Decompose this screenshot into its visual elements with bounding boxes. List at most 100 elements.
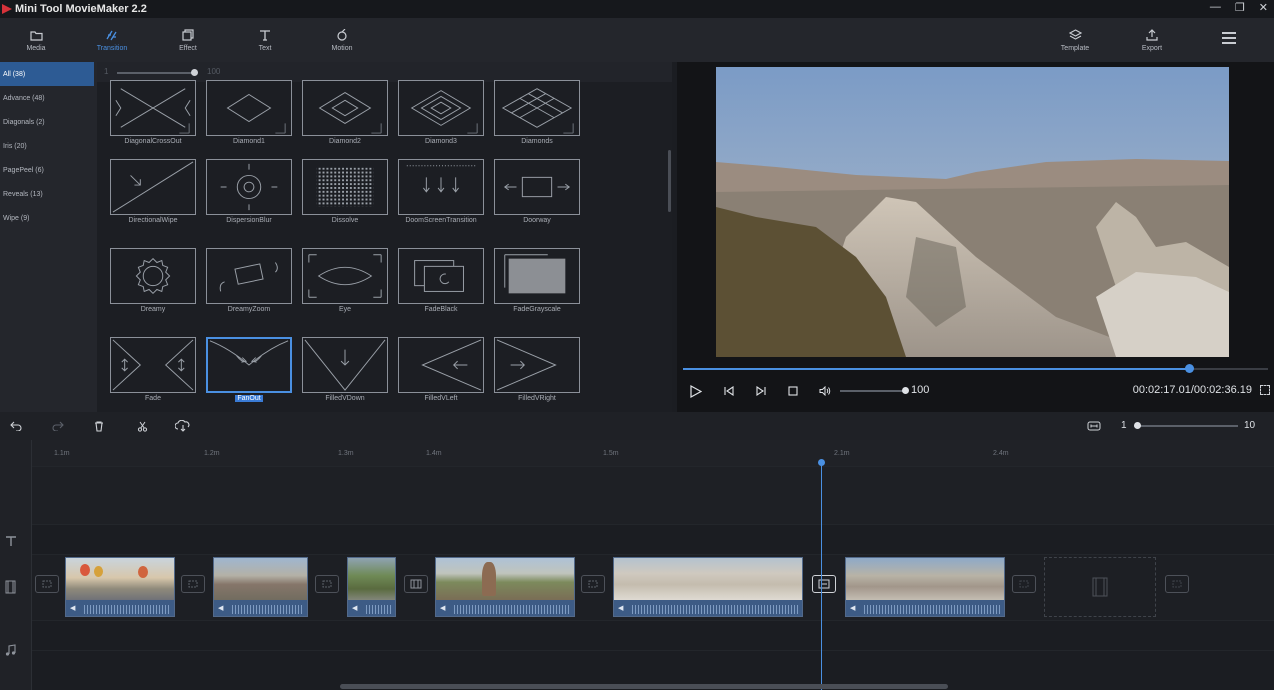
transition-thumb-diamond1[interactable] bbox=[206, 80, 292, 136]
transition-thumb-directionalwipe[interactable] bbox=[110, 159, 196, 215]
template-button[interactable]: Template bbox=[1045, 18, 1105, 62]
split-icon[interactable] bbox=[134, 418, 150, 434]
thumb-size-slider[interactable] bbox=[191, 69, 198, 76]
volume-icon[interactable] bbox=[817, 382, 833, 400]
category-wipe[interactable]: Wipe (9) bbox=[0, 206, 97, 230]
fullscreen-icon[interactable] bbox=[1260, 385, 1270, 395]
volume-slider[interactable] bbox=[902, 387, 909, 394]
transition-thumb-diagonalcrossout[interactable] bbox=[110, 80, 196, 136]
playhead[interactable] bbox=[821, 460, 822, 690]
transition-slot[interactable] bbox=[1012, 575, 1036, 593]
transition-slot[interactable] bbox=[181, 575, 205, 593]
category-iris[interactable]: Iris (20) bbox=[0, 134, 97, 158]
toolbar-media[interactable]: Media bbox=[6, 18, 66, 62]
previous-frame-button[interactable] bbox=[721, 382, 737, 400]
delete-icon[interactable] bbox=[91, 418, 107, 434]
transition-thumb-eye[interactable] bbox=[302, 248, 388, 304]
template-icon bbox=[1068, 28, 1082, 42]
timeline-scrollbar[interactable] bbox=[340, 684, 948, 689]
category-all[interactable]: All (38) bbox=[0, 62, 94, 86]
transition-icon bbox=[105, 28, 119, 42]
stop-button[interactable] bbox=[785, 382, 801, 400]
category-diagonals[interactable]: Diagonals (2) bbox=[0, 110, 97, 134]
transition-name-text: FadeBlack bbox=[424, 306, 458, 313]
toolbar-effect[interactable]: Effect bbox=[158, 18, 218, 62]
transition-name-text: FanOut bbox=[235, 395, 263, 402]
library-scrollbar[interactable] bbox=[668, 150, 671, 212]
video-clip-6[interactable]: ◀ bbox=[845, 557, 1005, 617]
transition-name: Dreamy bbox=[105, 306, 201, 313]
transition-name: FadeGrayscale bbox=[489, 306, 585, 313]
toolbar-text[interactable]: Text bbox=[235, 18, 295, 62]
transition-thumb-fade[interactable] bbox=[110, 337, 196, 393]
toolbar-transition[interactable]: Transition bbox=[82, 18, 142, 62]
music-track[interactable] bbox=[32, 620, 1274, 650]
transition-thumb-dissolve[interactable] bbox=[302, 159, 388, 215]
music-track-icon bbox=[5, 643, 16, 661]
time-ruler[interactable]: 1.1m 1.2m 1.3m 1.4m 1.5m 2.1m 2.4m bbox=[32, 440, 1274, 466]
transition-thumb-diamond3[interactable] bbox=[398, 80, 484, 136]
menu-icon[interactable] bbox=[1222, 32, 1236, 44]
transition-thumb-filledvleft[interactable] bbox=[398, 337, 484, 393]
transition-name: Diamond1 bbox=[201, 138, 297, 145]
thumb-size-track[interactable] bbox=[117, 72, 195, 74]
playback-progress-bar[interactable] bbox=[683, 368, 1268, 370]
volume-slider-track[interactable] bbox=[840, 390, 904, 392]
transition-thumb-dreamyzoom[interactable] bbox=[206, 248, 292, 304]
template-label: Template bbox=[1060, 45, 1090, 52]
video-clip-2[interactable]: ◀ bbox=[213, 557, 308, 617]
transition-thumb-filledvdown[interactable] bbox=[302, 337, 388, 393]
category-advance[interactable]: Advance (48) bbox=[0, 86, 97, 110]
audio-split-icon[interactable] bbox=[175, 418, 191, 434]
transition-slot[interactable] bbox=[1165, 575, 1189, 593]
transition-slot[interactable] bbox=[581, 575, 605, 593]
maximize-button[interactable]: ❐ bbox=[1235, 1, 1245, 14]
transition-name: FilledVDown bbox=[297, 395, 393, 402]
toolbar-effect-label: Effect bbox=[179, 45, 197, 52]
timeline-zoom-slider[interactable] bbox=[1134, 422, 1141, 429]
next-frame-button[interactable] bbox=[753, 382, 769, 400]
play-button[interactable] bbox=[687, 382, 705, 400]
timeline-zoom-track[interactable] bbox=[1134, 425, 1238, 427]
transition-thumb-dreamy[interactable] bbox=[110, 248, 196, 304]
text-track[interactable] bbox=[32, 524, 1274, 554]
transition-thumb-doorway[interactable] bbox=[494, 159, 580, 215]
transition-thumb-fadegrayscale[interactable] bbox=[494, 248, 580, 304]
transition-thumb-diamonds[interactable] bbox=[494, 80, 580, 136]
transition-thumb-filledvright[interactable] bbox=[494, 337, 580, 393]
video-frame bbox=[716, 67, 1229, 357]
close-button[interactable]: ✕ bbox=[1259, 1, 1268, 14]
transition-slot[interactable] bbox=[315, 575, 339, 593]
transition-name: FilledVLeft bbox=[393, 395, 489, 402]
transition-name-text: Diamond1 bbox=[233, 138, 265, 145]
thumbnail-size-bar: 1 100 bbox=[97, 62, 672, 82]
redo-icon[interactable] bbox=[50, 418, 66, 434]
film-icon bbox=[1092, 577, 1108, 597]
export-button[interactable]: Export bbox=[1122, 18, 1182, 62]
transition-thumb-dispersionblur[interactable] bbox=[206, 159, 292, 215]
video-clip-3[interactable]: ◀ bbox=[347, 557, 396, 617]
minimize-button[interactable]: — bbox=[1210, 1, 1221, 14]
video-clip-4[interactable]: ◀ bbox=[435, 557, 575, 617]
speaker-icon: ◀ bbox=[218, 605, 224, 612]
video-clip-5[interactable]: ◀ bbox=[613, 557, 803, 617]
transition-thumb-fadeblack[interactable] bbox=[398, 248, 484, 304]
category-pagepeel[interactable]: PagePeel (6) bbox=[0, 158, 97, 182]
transition-thumb-fanout[interactable] bbox=[206, 337, 292, 393]
playhead-handle[interactable] bbox=[818, 459, 825, 466]
thumb-size-max: 100 bbox=[207, 67, 221, 76]
clip-drop-zone[interactable] bbox=[1044, 557, 1156, 617]
video-clip-1[interactable]: ◀ bbox=[65, 557, 175, 617]
main-toolbar: Media Transition Effect Text Motion Temp… bbox=[0, 18, 1274, 62]
playback-scrubber[interactable] bbox=[1185, 364, 1194, 373]
toolbar-motion[interactable]: Motion bbox=[312, 18, 372, 62]
transition-thumb-doomscreentransition[interactable] bbox=[398, 159, 484, 215]
transition-thumb-diamond2[interactable] bbox=[302, 80, 388, 136]
ruler-tick: 1.2m bbox=[204, 450, 220, 457]
selected-transition-slot[interactable] bbox=[812, 575, 836, 593]
transition-slot[interactable] bbox=[35, 575, 59, 593]
fit-timeline-icon[interactable] bbox=[1086, 418, 1102, 434]
category-reveals[interactable]: Reveals (13) bbox=[0, 182, 97, 206]
transition-slot[interactable] bbox=[404, 575, 428, 593]
undo-icon[interactable] bbox=[8, 418, 24, 434]
